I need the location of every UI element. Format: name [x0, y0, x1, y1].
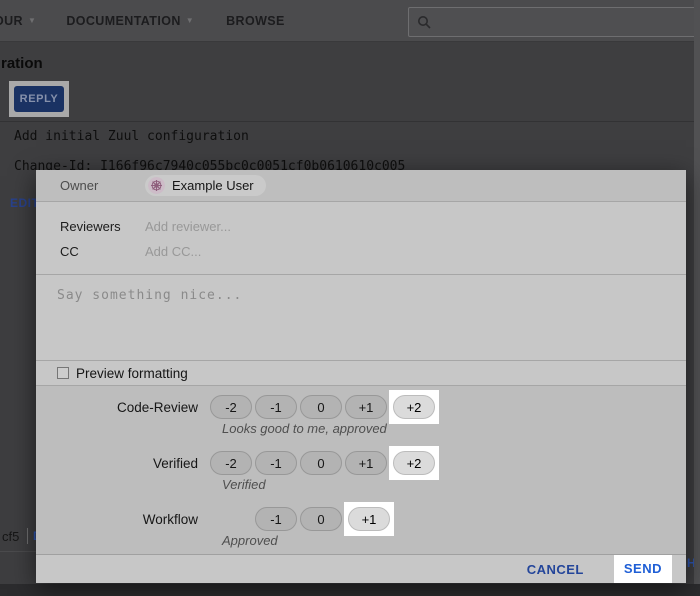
- vote-button-workflow-0[interactable]: 0: [300, 507, 342, 531]
- nav-menu-browse[interactable]: BROWSE: [226, 14, 285, 28]
- screen: OUR ▼ DOCUMENTATION ▼ BROWSE ration REPL…: [0, 0, 700, 596]
- owner-row: Owner Example User: [36, 170, 686, 202]
- vote-section: Code-Review -2-10+1+2 Looks good to me, …: [36, 386, 686, 554]
- vote-button-verified--2[interactable]: -2: [210, 451, 252, 475]
- vote-button-code-review-+2[interactable]: +2: [393, 395, 435, 419]
- reply-button[interactable]: REPLY: [14, 86, 64, 112]
- nav-menu-documentation-label: DOCUMENTATION: [66, 14, 180, 28]
- vote-button-code-review--1[interactable]: -1: [255, 395, 297, 419]
- message-placeholder: Say something nice...: [57, 288, 242, 303]
- divider: [0, 121, 700, 122]
- page-title-fragment: ration: [1, 55, 43, 72]
- spotlight-highlight: +2: [389, 390, 439, 424]
- reply-message-textarea[interactable]: Say something nice...: [36, 275, 686, 362]
- vote-buttons-code-review: -2-10+1+2: [210, 395, 435, 419]
- vote-button-code-review-+1[interactable]: +1: [345, 395, 387, 419]
- people-section: Reviewers Add reviewer... CC Add CC...: [36, 202, 686, 275]
- vote-button-workflow-+1[interactable]: +1: [348, 507, 390, 531]
- avatar: [148, 177, 165, 194]
- send-spotlight: SEND: [614, 555, 672, 583]
- cc-label: CC: [60, 244, 145, 259]
- cancel-button[interactable]: CANCEL: [527, 562, 584, 577]
- owner-chip[interactable]: Example User: [145, 175, 266, 196]
- search-icon: [417, 15, 431, 29]
- reply-dialog: Owner Example User Revi: [36, 170, 686, 583]
- bottom-strip: [0, 584, 700, 596]
- vote-button-verified-0[interactable]: 0: [300, 451, 342, 475]
- dialog-footer: CANCEL SEND: [36, 554, 686, 583]
- vote-button-verified-+2[interactable]: +2: [393, 451, 435, 475]
- vote-label-workflow: Workflow: [36, 512, 210, 527]
- vote-buttons-workflow: -10+1: [210, 507, 390, 531]
- commit-hash-fragment: cf5: [2, 529, 19, 544]
- search-input[interactable]: [408, 7, 700, 37]
- vote-label-verified: Verified: [36, 456, 210, 471]
- add-reviewer-input[interactable]: Add reviewer...: [145, 219, 231, 234]
- spotlight-highlight: +2: [389, 446, 439, 480]
- vote-description-verified: Verified: [222, 477, 686, 498]
- vote-button-workflow--1[interactable]: -1: [255, 507, 297, 531]
- nav-menu-your-label: OUR: [0, 14, 23, 28]
- chevron-down-icon: ▼: [28, 17, 36, 25]
- vote-button-code-review-0[interactable]: 0: [300, 395, 342, 419]
- preview-formatting-label: Preview formatting: [76, 366, 188, 381]
- chevron-down-icon: ▼: [186, 17, 194, 25]
- preview-formatting-row: Preview formatting: [36, 361, 686, 386]
- vote-row-workflow: Workflow -10+1: [36, 505, 686, 533]
- vote-button-verified-+1[interactable]: +1: [345, 451, 387, 475]
- vote-button-code-review--2[interactable]: -2: [210, 395, 252, 419]
- vote-buttons-verified: -2-10+1+2: [210, 451, 435, 475]
- vote-description-code-review: Looks good to me, approved: [222, 421, 686, 442]
- reviewers-label: Reviewers: [60, 219, 145, 234]
- divider: [27, 528, 28, 544]
- owner-name: Example User: [172, 178, 254, 193]
- nav-menu-your[interactable]: OUR ▼: [0, 14, 36, 28]
- edit-link[interactable]: EDIT: [10, 196, 39, 210]
- divider: [0, 551, 36, 552]
- owner-label: Owner: [60, 178, 145, 193]
- top-navbar: OUR ▼ DOCUMENTATION ▼ BROWSE: [0, 0, 700, 42]
- spotlight-highlight: +1: [344, 502, 394, 536]
- preview-formatting-checkbox[interactable]: [57, 367, 69, 379]
- vote-row-verified: Verified -2-10+1+2: [36, 449, 686, 477]
- send-button[interactable]: SEND: [624, 561, 662, 576]
- vote-label-code-review: Code-Review: [36, 400, 210, 415]
- vote-description-workflow: Approved: [222, 533, 686, 554]
- vote-button-verified--1[interactable]: -1: [255, 451, 297, 475]
- commit-message: Add initial Zuul configuration: [14, 129, 249, 144]
- vote-row-code-review: Code-Review -2-10+1+2: [36, 393, 686, 421]
- nav-menu-browse-label: BROWSE: [226, 14, 285, 28]
- scrollbar[interactable]: [694, 0, 700, 584]
- reply-spotlight: REPLY: [9, 81, 69, 117]
- add-cc-input[interactable]: Add CC...: [145, 244, 201, 259]
- nav-menu-documentation[interactable]: DOCUMENTATION ▼: [66, 14, 194, 28]
